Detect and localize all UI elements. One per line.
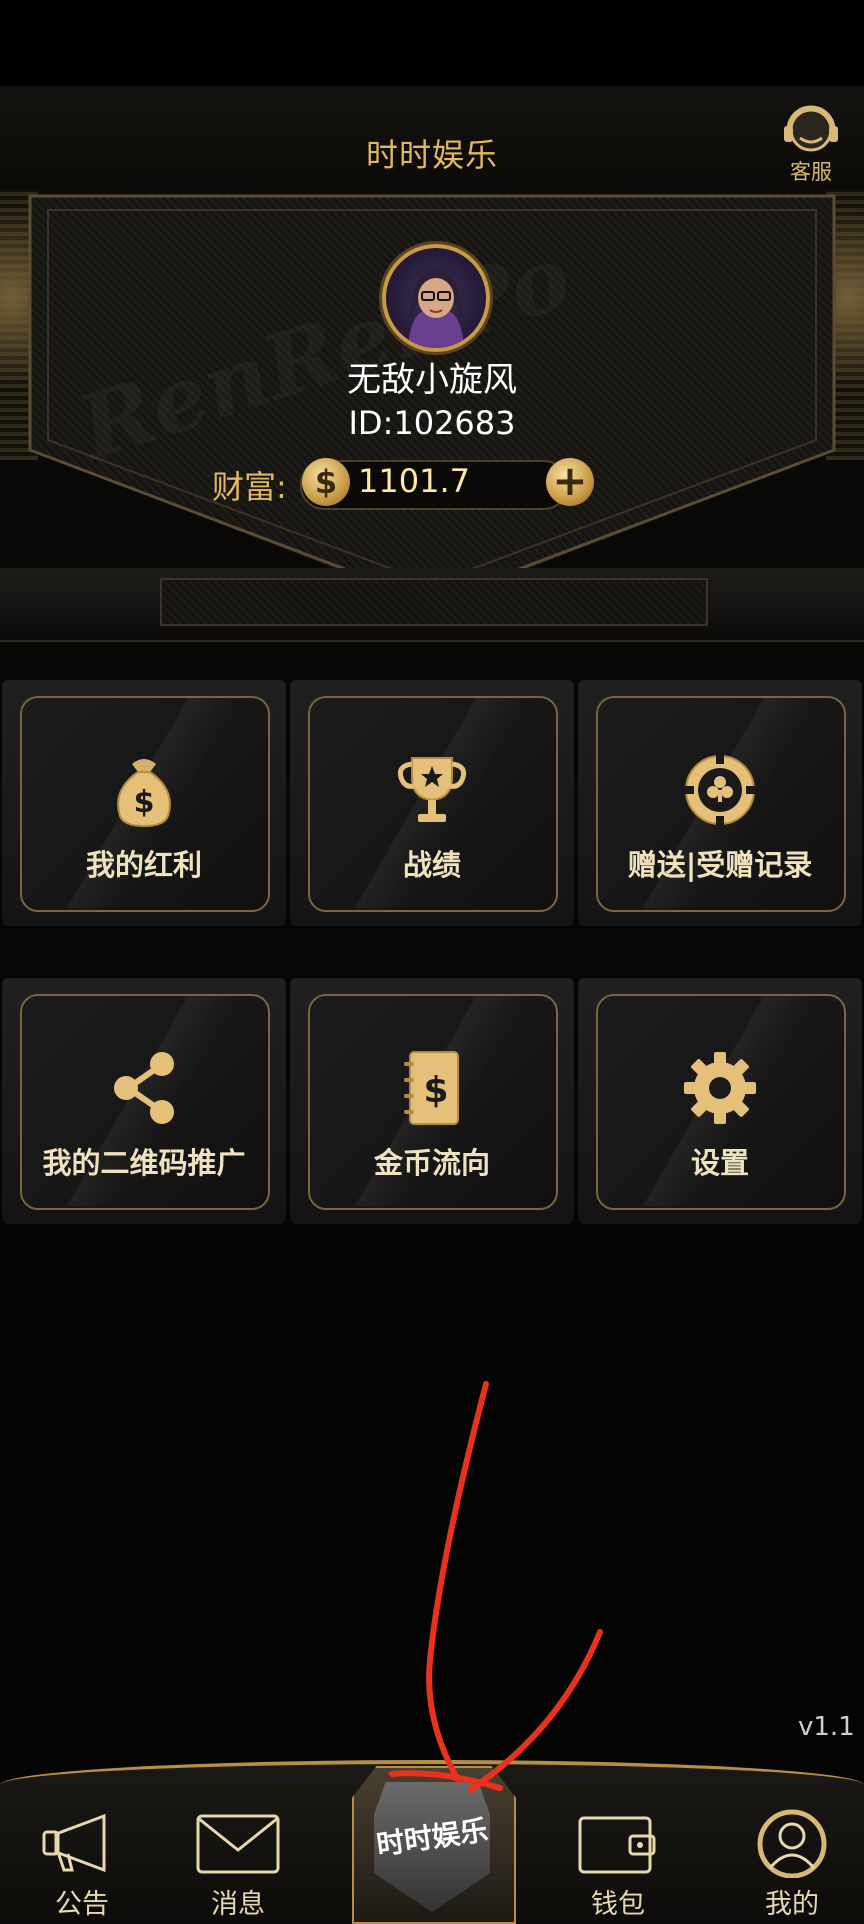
menu-label-coin-flow: 金币流向 xyxy=(373,1146,490,1180)
share-icon xyxy=(114,1052,174,1124)
nav-item-wallet[interactable]: 钱包 xyxy=(558,1808,678,1920)
wealth-label: 财富: xyxy=(212,468,287,506)
coin-balance-value: 1101.7 xyxy=(358,462,470,500)
avatar-character-icon xyxy=(408,268,464,348)
svg-text:$: $ xyxy=(134,785,155,820)
status-bar xyxy=(0,0,864,86)
headset-icon xyxy=(784,105,838,152)
gear-icon xyxy=(684,1052,756,1124)
svg-text:$: $ xyxy=(423,1070,448,1111)
menu-tile-coin-flow[interactable]: $ 金币流向 xyxy=(290,978,574,1224)
version-label: v1.1 xyxy=(798,1712,855,1742)
menu-tile-gift-history[interactable]: 赠送|受赠记录 xyxy=(578,680,862,926)
poker-chip-icon xyxy=(684,754,756,826)
nav-item-announcement[interactable]: 公告 xyxy=(22,1808,142,1920)
profile-pedestal-inlay xyxy=(160,578,708,626)
money-bag-icon: $ xyxy=(117,759,171,828)
ledger-icon: $ xyxy=(404,1051,459,1125)
menu-label-record: 战绩 xyxy=(402,848,461,882)
menu-label-gift-history: 赠送|受赠记录 xyxy=(627,848,813,882)
menu-tile-record[interactable]: 战绩 xyxy=(290,680,574,926)
username: 无敌小旋风 xyxy=(347,360,517,400)
nav-label-announcement: 公告 xyxy=(55,1889,109,1920)
wallet-icon xyxy=(578,1816,656,1874)
user-icon xyxy=(757,1809,827,1879)
menu-tile-settings[interactable]: 设置 xyxy=(578,978,862,1224)
add-coins-button[interactable]: + xyxy=(546,458,594,506)
user-id: ID:102683 xyxy=(348,404,516,442)
nav-label-profile: 我的 xyxy=(765,1889,819,1920)
menu-label-qr-promo: 我的二维码推广 xyxy=(42,1146,246,1180)
menu-tile-qr-promo[interactable]: 我的二维码推广 xyxy=(2,978,286,1224)
menu-label-bonus: 我的红利 xyxy=(85,848,202,882)
nav-item-profile[interactable]: 我的 xyxy=(732,1808,852,1920)
nav-item-messages[interactable]: 消息 xyxy=(178,1808,298,1920)
menu-label-settings: 设置 xyxy=(690,1146,749,1180)
trophy-icon xyxy=(397,757,467,822)
megaphone-icon xyxy=(42,1813,106,1873)
nav-label-wallet: 钱包 xyxy=(591,1889,645,1920)
avatar[interactable] xyxy=(382,244,490,352)
dollar-coin-icon: $ xyxy=(302,458,350,506)
menu-tile-bonus[interactable]: $ 我的红利 xyxy=(2,680,286,926)
page-title: 时时娱乐 xyxy=(365,136,498,174)
customer-service-label: 客服 xyxy=(790,160,832,184)
nav-label-messages: 消息 xyxy=(211,1889,265,1920)
envelope-icon xyxy=(196,1814,280,1874)
customer-service-button[interactable]: 客服 xyxy=(776,100,846,186)
